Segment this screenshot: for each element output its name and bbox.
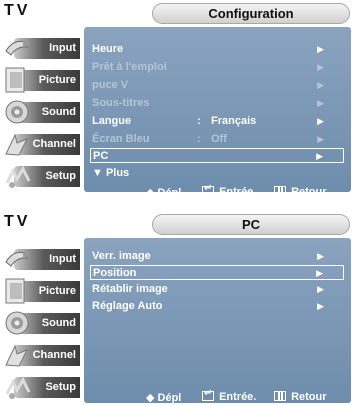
sidebar-item-label: Channel — [32, 349, 76, 361]
enter-label: Entrée. — [219, 391, 257, 403]
menu-item-reglage-auto[interactable]: Réglage Auto ▶ — [90, 299, 344, 314]
sidebar-item-label: Setup — [45, 381, 76, 393]
sidebar-item-label: Channel — [32, 138, 76, 150]
menu-item-label: Verr. image — [92, 250, 151, 262]
sidebar-item-channel[interactable]: Channel — [0, 128, 80, 160]
picture-icon — [5, 67, 25, 93]
sound-icon — [5, 311, 29, 335]
menu-item-langue[interactable]: Langue : Français ▶ — [90, 114, 344, 129]
menu-item-label: Position — [93, 267, 137, 279]
menu-item-sous-titres[interactable]: Sous-titres ▶ — [90, 96, 344, 111]
setup-icon — [5, 376, 31, 399]
arrow-right-icon: ▶ — [317, 80, 324, 90]
menu-title: Configuration — [152, 3, 350, 24]
menu-content: Verr. image ▶ Position ▶ Rétablir image … — [84, 238, 351, 403]
back-label: Retour — [291, 186, 327, 195]
menu-item-pc[interactable]: PC ▶ — [90, 148, 344, 163]
channel-icon — [5, 133, 29, 156]
sidebar-item-label: Input — [49, 253, 76, 265]
configuration-panel: TV Configuration Input Picture Sound Cha… — [0, 0, 355, 195]
sidebar: Input Picture Sound Channel Setup — [0, 237, 80, 405]
menu-item-label: Écran Bleu — [92, 133, 150, 145]
sidebar-item-label: Sound — [41, 106, 76, 118]
menu-item-label: Réglage Auto — [92, 300, 163, 312]
menu-item-value: Off — [211, 133, 227, 145]
back-hint: Retour — [274, 391, 327, 403]
menu-item-puce-v[interactable]: puce V ▶ — [90, 78, 344, 93]
menu-item-label: Heure — [92, 43, 124, 55]
sidebar-item-input[interactable]: Input — [0, 32, 80, 64]
move-hint: ◆ Dépl — [146, 186, 181, 195]
sidebar: Input Picture Sound Channel Setup — [0, 26, 80, 195]
menu-item-label: Langue — [92, 115, 132, 127]
input-icon — [5, 251, 29, 267]
menu-icon — [274, 391, 286, 401]
separator-colon: : — [197, 133, 201, 145]
menu-item-label: puce V — [92, 79, 129, 91]
picture-icon — [5, 278, 25, 304]
arrow-right-icon: ▶ — [316, 151, 323, 161]
tv-label: TV — [4, 2, 31, 19]
arrow-right-icon: ▶ — [317, 116, 324, 126]
menu-item-label: Prêt à l'emploi — [92, 61, 167, 73]
arrow-right-icon: ▶ — [317, 62, 324, 72]
enter-hint: Entrée. — [202, 388, 257, 403]
arrow-right-icon: ▶ — [317, 98, 324, 108]
sidebar-item-label: Setup — [45, 170, 76, 182]
pc-panel: TV PC Input Picture Sound Channel Setup … — [0, 211, 355, 405]
sidebar-item-sound[interactable]: Sound — [0, 96, 80, 128]
tv-label: TV — [4, 213, 31, 230]
menu-item-value: Français — [211, 115, 257, 127]
menu-item-label: Rétablir image — [92, 283, 168, 295]
footer-hints: ◆ Dépl Entrée. Retour — [84, 388, 351, 405]
menu-item-label: Sous-titres — [92, 97, 150, 109]
menu-item-ecran-bleu[interactable]: Écran Bleu : Off ▶ — [90, 132, 344, 147]
footer-hints: ◆ Dépl Entrée. Retour — [84, 183, 351, 195]
sidebar-item-setup[interactable]: Setup — [0, 160, 80, 192]
arrow-right-icon: ▶ — [317, 301, 324, 311]
arrow-right-icon: ▶ — [316, 268, 323, 278]
menu-item-pret-a-lemploi[interactable]: Prêt à l'emploi ▶ — [90, 60, 344, 75]
menu-title: PC — [152, 214, 350, 235]
menu-icon — [274, 186, 286, 195]
menu-content: Heure ▶ Prêt à l'emploi ▶ puce V ▶ Sous-… — [84, 27, 351, 192]
arrow-right-icon: ▶ — [317, 251, 324, 261]
sound-icon — [5, 100, 29, 124]
move-label: Dépl — [157, 392, 182, 404]
move-label: Dépl — [157, 187, 182, 195]
more-button[interactable]: ▼ Plus — [92, 167, 129, 179]
sidebar-item-label: Input — [49, 42, 76, 54]
arrow-right-icon: ▶ — [317, 284, 324, 294]
enter-label: Entrée. — [219, 186, 257, 195]
sidebar-item-picture[interactable]: Picture — [0, 275, 80, 307]
setup-icon — [5, 165, 31, 188]
separator-colon: : — [197, 115, 201, 127]
up-down-icon: ◆ — [146, 392, 155, 404]
back-label: Retour — [291, 391, 327, 403]
back-hint: Retour — [274, 186, 327, 195]
up-down-icon: ◆ — [146, 187, 155, 195]
menu-item-verr-image[interactable]: Verr. image ▶ — [90, 249, 344, 264]
sidebar-item-picture[interactable]: Picture — [0, 64, 80, 96]
menu-item-position[interactable]: Position ▶ — [90, 265, 344, 280]
sidebar-item-label: Picture — [38, 74, 76, 86]
menu-item-retablir-image[interactable]: Rétablir image ▶ — [90, 282, 344, 297]
sidebar-item-label: Sound — [41, 317, 76, 329]
enter-icon — [202, 388, 214, 401]
enter-icon — [202, 183, 214, 195]
sidebar-item-label: Picture — [38, 285, 76, 297]
arrow-right-icon: ▶ — [317, 134, 324, 144]
move-hint: ◆ Dépl — [146, 391, 181, 404]
menu-item-heure[interactable]: Heure ▶ — [90, 42, 344, 57]
input-icon — [5, 40, 29, 56]
channel-icon — [5, 344, 29, 367]
enter-hint: Entrée. — [202, 183, 257, 195]
sidebar-item-sound[interactable]: Sound — [0, 307, 80, 339]
arrow-right-icon: ▶ — [317, 44, 324, 54]
sidebar-item-setup[interactable]: Setup — [0, 371, 80, 403]
menu-item-label: PC — [93, 150, 109, 162]
sidebar-item-input[interactable]: Input — [0, 243, 80, 275]
sidebar-item-channel[interactable]: Channel — [0, 339, 80, 371]
